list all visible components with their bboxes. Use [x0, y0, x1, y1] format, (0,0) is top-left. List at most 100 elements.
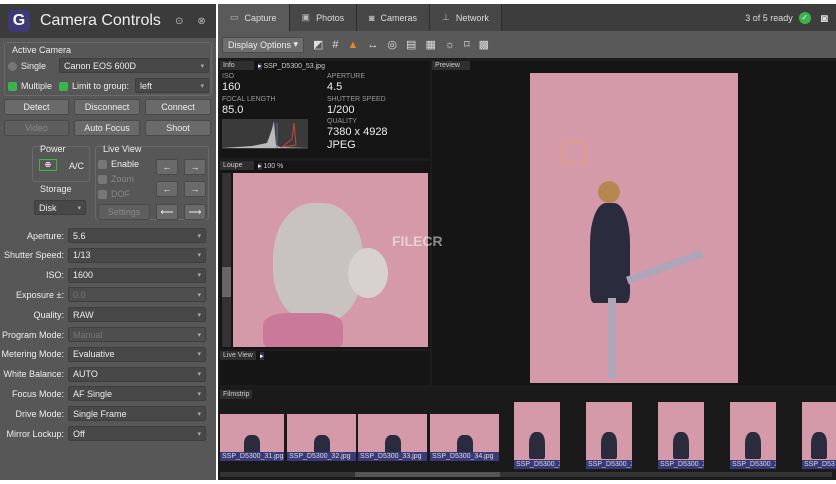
chevron-down-icon: ▾ [197, 410, 201, 418]
setting-select[interactable]: AF Single ▾ [68, 386, 206, 402]
thumbnail-filename: SSP_D5300_3 [730, 460, 776, 469]
settings-icon[interactable]: ⊙ [175, 16, 183, 27]
arrow-right-small-icon[interactable]: → [184, 159, 206, 175]
arrow-left-medium-icon[interactable]: ← [156, 181, 178, 197]
setting-select[interactable]: 5.6 ▾ [68, 228, 206, 243]
tab-photos[interactable]: ▣ Photos [289, 4, 358, 31]
snapshot-icon[interactable]: ◎ [387, 38, 397, 51]
arrow-left-large-icon[interactable]: ⟵ [156, 204, 178, 220]
tab-network[interactable]: ⊥ Network [430, 4, 502, 31]
grid-icon[interactable]: # [332, 39, 338, 51]
loupe-zoom[interactable]: ▸ 100 % [258, 162, 283, 170]
setting-select[interactable]: 1600 ▾ [68, 267, 206, 283]
limit-group-checkbox[interactable]: Limit to group: [59, 81, 129, 92]
detect-button[interactable]: Detect [4, 99, 69, 115]
filmstrip-thumbnail[interactable]: SSP_D5300_3 [658, 402, 704, 469]
girl-leg [608, 298, 616, 378]
arrow-left-small-icon[interactable]: ← [156, 159, 178, 175]
tab-label: Capture [244, 12, 277, 23]
setting-row: Shutter Speed: 1/13 ▾ [0, 247, 216, 263]
setting-label: Mirror Lockup: [6, 428, 64, 439]
setting-select[interactable]: 0.0 ▾ [68, 287, 206, 303]
tab-cameras[interactable]: ◙ Cameras [357, 4, 431, 31]
main-area: ▭ Capture ▣ Photos ◙ Cameras ⊥ Network 3 of … [218, 4, 836, 480]
capture-camera-icon[interactable]: ◙ [821, 11, 828, 25]
chevron-down-icon: ▾ [197, 311, 201, 319]
setting-value: 5.6 [73, 230, 86, 241]
group-select[interactable]: left ▾ [135, 78, 209, 93]
exposure-icon[interactable]: ◩ [313, 38, 323, 51]
loupe-scrollbar[interactable] [222, 173, 231, 347]
multiple-label: Multiple [21, 81, 53, 91]
filmstrip-thumbnail[interactable]: SSP_D5300_34.jpg [430, 414, 499, 461]
resolution-value: 7380 x 4928 [327, 126, 388, 138]
thumbnail-filename: SSP_D5300_3 [586, 460, 632, 469]
focal-length-key: FOCAL LENGTH [222, 96, 276, 103]
filmstrip-thumbnail[interactable]: SSP_D5300_3 [586, 402, 632, 469]
filmstrip-thumbnail[interactable]: SSP_D5300_33.jpg [358, 414, 427, 461]
camera-select[interactable]: Canon EOS 600D ▾ [59, 58, 209, 73]
zoom-checkbox[interactable]: Zoom [98, 174, 135, 185]
fit-width-icon[interactable]: ↔ [367, 39, 378, 51]
connect-button[interactable]: Connect [145, 99, 211, 115]
setting-label: Focus Mode: [11, 388, 64, 399]
filmstrip-thumbnail[interactable]: SSP_D5300_3 [730, 402, 776, 469]
setting-label: Program Mode: [1, 329, 64, 340]
qr-icon[interactable]: ▩ [479, 38, 489, 51]
setting-select[interactable]: Off ▾ [68, 426, 206, 441]
crop-icon[interactable]: ⌑ [464, 38, 470, 51]
filmstrip-title: Filmstrip [220, 390, 253, 399]
photos-icon: ▣ [301, 12, 311, 22]
display-options-dropdown[interactable]: Display Options ▾ [222, 36, 304, 53]
thumb-figure [529, 432, 545, 459]
arrow-right-medium-icon[interactable]: → [184, 181, 206, 197]
filmstrip-thumbnail[interactable]: SSP_D53 [802, 402, 836, 469]
chevron-down-icon: ▾ [197, 371, 201, 379]
focus-box [562, 143, 586, 163]
thumbnail-filename: SSP_D5300_31.jpg [220, 452, 284, 461]
camera-controls-panel: G Camera Controls ⊙ ⊗ Active Camera Sing… [0, 4, 216, 480]
storage-title: Storage [40, 184, 72, 194]
chevron-down-icon: ▾ [197, 331, 201, 339]
filmstrip-thumbnail[interactable]: SSP_D5300_3 [514, 402, 560, 469]
live-view-settings-button[interactable]: Settings [98, 204, 150, 220]
dof-checkbox[interactable]: DOF [98, 189, 130, 200]
histogram [222, 119, 308, 149]
filmstrip-thumbnail[interactable]: SSP_D5300_31.jpg [220, 414, 284, 461]
storage-select[interactable]: Disk ▾ [34, 200, 86, 215]
video-button[interactable]: Video [4, 120, 69, 136]
arrow-right-large-icon[interactable]: ⟶ [184, 204, 206, 220]
filmstrip-thumbnail[interactable]: SSP_D5300_32.jpg [287, 414, 356, 461]
live-view-title: Live View [103, 144, 142, 154]
close-icon[interactable]: ⊗ [197, 16, 205, 27]
active-camera-title: Active Camera [12, 45, 72, 55]
filmstrip-scrollbar[interactable] [220, 472, 832, 477]
enable-label: Enable [111, 159, 140, 169]
setting-value: 1600 [73, 270, 94, 281]
auto-focus-button[interactable]: Auto Focus [74, 120, 140, 136]
compare-icon[interactable]: ▤ [406, 38, 416, 51]
brightness-icon[interactable]: ☼ [445, 39, 455, 51]
play-icon[interactable]: ▸ [260, 352, 264, 360]
format-value: JPEG [327, 139, 356, 151]
setting-select[interactable]: AUTO ▾ [68, 366, 206, 382]
zoom-label: Zoom [111, 174, 135, 184]
setting-select[interactable]: Single Frame ▾ [68, 406, 206, 422]
single-radio[interactable]: Single [8, 61, 46, 72]
plush-dress [263, 313, 343, 347]
setting-select[interactable]: RAW ▾ [68, 307, 206, 323]
enable-checkbox[interactable]: Enable [98, 159, 140, 170]
info-file: ▸ SSP_D5300_53.jpg [258, 62, 325, 70]
play-icon[interactable]: ▸ [258, 63, 262, 70]
disconnect-button[interactable]: Disconnect [74, 99, 140, 115]
overlay-icon[interactable]: ▲ [348, 39, 359, 51]
thumbnail-filename: SSP_D5300_33.jpg [358, 452, 427, 461]
shoot-button[interactable]: Shoot [145, 120, 211, 136]
setting-select[interactable]: Manual ▾ [68, 327, 206, 342]
setting-select[interactable]: 1/13 ▾ [68, 247, 206, 263]
multiple-checkbox[interactable]: Multiple [8, 81, 53, 92]
tab-capture[interactable]: ▭ Capture [218, 4, 290, 31]
info-title: Info [220, 61, 254, 70]
checker-icon[interactable]: ▦ [425, 38, 435, 51]
setting-select[interactable]: Evaluative ▾ [68, 346, 206, 362]
